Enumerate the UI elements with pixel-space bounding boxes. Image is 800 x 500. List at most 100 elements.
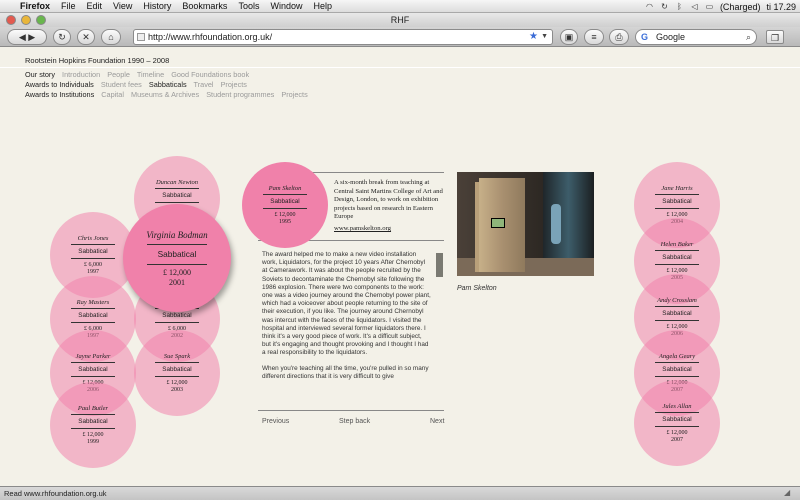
status-text: Read www.rhfoundation.org.uk — [4, 489, 107, 498]
award-category: Sabbatical — [662, 254, 692, 261]
wifi-icon[interactable]: ◠ — [645, 2, 654, 11]
award-year: 1999 — [87, 439, 99, 445]
clock[interactable]: ti 17.29 — [766, 2, 796, 12]
print-button[interactable]: ⎙ — [609, 29, 629, 45]
forward-icon[interactable]: ▶ — [28, 32, 35, 42]
artist-website-link[interactable]: www.pamskelton.org — [334, 225, 391, 232]
nav-timeline[interactable]: Timeline — [137, 70, 164, 79]
award-circle-jules-allan[interactable]: Jules Allan Sabbatical £ 12,000 2007 — [634, 380, 720, 466]
print-icon: ⎙ — [615, 32, 623, 42]
photo-caption: Pam Skelton — [457, 285, 497, 292]
menu-window[interactable]: Window — [270, 1, 302, 11]
search-icon[interactable]: ⌕ — [746, 30, 751, 44]
reload-icon: ↻ — [58, 32, 66, 42]
nav-sabbaticals[interactable]: Sabbaticals — [149, 80, 187, 89]
header-divider — [0, 67, 800, 68]
nav-row-individuals: Awards to Individuals Student fees Sabba… — [25, 80, 252, 89]
nav-awards-institutions[interactable]: Awards to Institutions — [25, 90, 94, 99]
award-category: Sabbatical — [78, 418, 108, 425]
browser-toolbar: ◀ ▶ ↻ ✕ ⌂ http://www.rhfoundation.org.uk… — [0, 27, 800, 47]
battery-icon[interactable]: ▭ — [705, 2, 714, 11]
award-name: Duncan Newton — [155, 179, 199, 186]
award-name: Helen Baker — [660, 241, 694, 248]
award-year: 2001 — [169, 278, 185, 287]
award-year: 1995 — [279, 219, 291, 225]
award-circle-sue-spark[interactable]: Sue Spark Sabbatical £ 12,000 2003 — [134, 330, 220, 416]
award-summary: A six-month break from teaching at Centr… — [334, 179, 443, 220]
award-circle-virginia-bodman[interactable]: Virginia Bodman Sabbatical £ 12,000 2001 — [123, 204, 231, 312]
bluetooth-icon[interactable]: ᛒ — [675, 2, 684, 11]
award-name: Jayne Parker — [75, 353, 111, 360]
award-category: Sabbatical — [162, 192, 192, 199]
close-window-icon[interactable] — [6, 15, 16, 25]
menu-tools[interactable]: Tools — [238, 1, 259, 11]
nav-projects-individuals[interactable]: Projects — [221, 80, 247, 89]
home-button[interactable]: ⌂ — [101, 29, 121, 45]
menu-view[interactable]: View — [113, 1, 132, 11]
url-bar[interactable]: http://www.rhfoundation.org.uk/ ★ ▼ — [133, 29, 553, 45]
toolbar-button-1[interactable]: ▣ — [560, 29, 578, 45]
menu-bookmarks[interactable]: Bookmarks — [182, 1, 227, 11]
url-text[interactable]: http://www.rhfoundation.org.uk/ — [148, 32, 272, 42]
sync-icon[interactable]: ↻ — [660, 2, 669, 11]
web-page: Rootstein Hopkins Foundation 1990 – 2008… — [0, 48, 800, 486]
window-title: RHF — [390, 15, 410, 25]
menu-file[interactable]: File — [61, 1, 76, 11]
stop-button[interactable]: ✕ — [77, 29, 95, 45]
page-icon: ▣ — [564, 32, 574, 42]
award-category: Sabbatical — [78, 366, 108, 373]
nav-capital[interactable]: Capital — [101, 90, 124, 99]
artwork-photo — [457, 172, 594, 276]
minimize-window-icon[interactable] — [21, 15, 31, 25]
nav-projects-institutions[interactable]: Projects — [281, 90, 307, 99]
menu-help[interactable]: Help — [313, 1, 332, 11]
testimonial-text[interactable]: The award helped me to make a new video … — [262, 251, 432, 404]
award-name: Sue Spark — [163, 353, 191, 360]
nav-good-foundations-book[interactable]: Good Foundations book — [171, 70, 249, 79]
nav-awards-individuals[interactable]: Awards to Individuals — [25, 80, 94, 89]
stop-icon: ✕ — [82, 32, 90, 42]
step-back-link[interactable]: Step back — [339, 418, 370, 425]
nav-travel[interactable]: Travel — [194, 80, 214, 89]
award-category: Sabbatical — [662, 416, 692, 423]
award-name: Jules Allan — [662, 403, 692, 410]
resize-grip-icon[interactable]: ◢ — [784, 488, 794, 498]
previous-link[interactable]: Previous — [262, 418, 289, 425]
search-input[interactable]: G Google ⌕ — [635, 29, 757, 45]
nav-our-story[interactable]: Our story — [25, 70, 55, 79]
award-circle-pam-skelton[interactable]: Pam Skelton Sabbatical £ 12,000 1995 — [242, 162, 328, 248]
battery-status: (Charged) — [719, 1, 761, 12]
menu-history[interactable]: History — [143, 1, 171, 11]
testimonial-paragraph: When you're teaching all the time, you'r… — [262, 364, 429, 380]
google-icon[interactable]: G — [641, 30, 648, 44]
reload-button[interactable]: ↻ — [53, 29, 71, 45]
award-year: 2003 — [171, 387, 183, 393]
award-amount: £ 12,000 — [274, 212, 296, 218]
next-link[interactable]: Next — [430, 418, 444, 425]
award-circle-paul-butler[interactable]: Paul Butler Sabbatical £ 12,000 1999 — [50, 382, 136, 468]
volume-icon[interactable]: ◁ — [690, 2, 699, 11]
tabs-button[interactable]: ❐ — [766, 30, 784, 44]
menu-app-name[interactable]: Firefox — [20, 1, 50, 11]
scrollbar-thumb[interactable] — [436, 253, 443, 277]
url-dropdown-icon[interactable]: ▼ — [541, 30, 548, 44]
award-category: Sabbatical — [662, 310, 692, 317]
award-name: Andy Crosslam — [657, 297, 697, 304]
nav-row-institutions: Awards to Institutions Capital Museums &… — [25, 90, 313, 99]
back-forward-button[interactable]: ◀ ▶ — [7, 29, 47, 45]
award-name: Angela Geary — [658, 353, 696, 360]
award-amount: £ 12,000 — [666, 430, 688, 436]
nav-people[interactable]: People — [107, 70, 130, 79]
award-category: Sabbatical — [78, 312, 108, 319]
award-category: Sabbatical — [270, 198, 300, 205]
nav-introduction[interactable]: Introduction — [62, 70, 100, 79]
nav-museums-archives[interactable]: Museums & Archives — [131, 90, 199, 99]
toolbar-button-2[interactable]: ≡ — [584, 29, 604, 45]
nav-student-fees[interactable]: Student fees — [101, 80, 142, 89]
zoom-window-icon[interactable] — [36, 15, 46, 25]
menu-edit[interactable]: Edit — [87, 1, 103, 11]
award-name: Virginia Bodman — [146, 230, 208, 240]
bookmark-star-icon[interactable]: ★ — [529, 30, 538, 44]
back-icon[interactable]: ◀ — [19, 32, 26, 42]
nav-student-programmes[interactable]: Student programmes — [206, 90, 274, 99]
